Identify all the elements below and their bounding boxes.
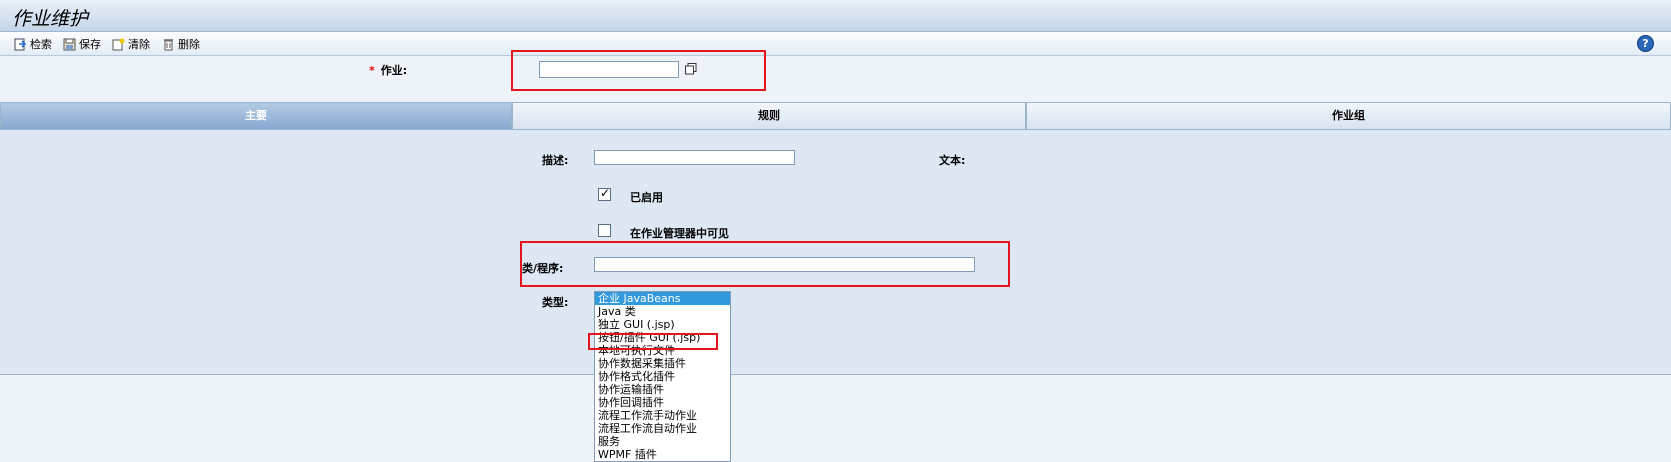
type-label: 类型: [542, 296, 569, 309]
trash-icon [162, 38, 175, 51]
save-button[interactable]: 保存 [63, 36, 101, 52]
highlight-button-plugin-option [588, 333, 718, 350]
type-listbox[interactable]: 企业 JavaBeans Java 类 独立 GUI (.jsp) 按钮/插件 … [594, 291, 731, 462]
highlight-class-program [520, 241, 1010, 287]
highlight-job [511, 50, 766, 91]
type-option[interactable]: 企业 JavaBeans [595, 292, 730, 305]
help-icon[interactable]: ? [1637, 35, 1654, 52]
type-option[interactable]: 协作运输插件 [595, 383, 730, 396]
delete-label: 删除 [178, 38, 200, 51]
clear-button[interactable]: 清除 [112, 36, 150, 52]
save-icon [63, 38, 76, 51]
type-option[interactable]: 流程工作流自动作业 [595, 422, 730, 435]
required-mark: * [369, 64, 375, 77]
page-title: 作业维护 [12, 8, 89, 30]
type-option[interactable]: 协作数据采集插件 [595, 357, 730, 370]
type-option[interactable]: 协作格式化插件 [595, 370, 730, 383]
job-label-text: 作业: [380, 64, 408, 77]
job-label: * 作业: [369, 62, 407, 78]
title-bar: 作业维护 [0, 0, 1671, 32]
visible-in-job-manager-label: 在作业管理器中可见 [630, 227, 729, 240]
text-label: 文本: [939, 154, 966, 167]
type-option[interactable]: WPMF 插件 [595, 448, 730, 461]
tab-main[interactable]: 主要 [0, 102, 512, 129]
tab-rules[interactable]: 规则 [512, 102, 1026, 129]
toolbar: 检索 保存 清除 删除 ? [0, 32, 1671, 56]
checkmark-icon: ✓ [600, 186, 611, 200]
delete-button[interactable]: 删除 [162, 36, 200, 52]
type-option[interactable]: 服务 [595, 435, 730, 448]
tab-job-groups[interactable]: 作业组 [1026, 102, 1671, 129]
retrieve-label: 检索 [30, 38, 52, 51]
visible-in-job-manager-checkbox[interactable] [598, 224, 611, 237]
type-option[interactable]: 流程工作流手动作业 [595, 409, 730, 422]
retrieve-icon [14, 38, 27, 51]
clear-label: 清除 [128, 38, 150, 51]
enabled-checkbox[interactable]: ✓ [598, 186, 611, 201]
type-option[interactable]: 独立 GUI (.jsp) [595, 318, 730, 331]
retrieve-button[interactable]: 检索 [14, 36, 52, 52]
save-label: 保存 [79, 38, 101, 51]
type-option[interactable]: 协作回调插件 [595, 396, 730, 409]
enabled-label: 已启用 [630, 191, 663, 204]
type-option[interactable]: Java 类 [595, 305, 730, 318]
description-input[interactable] [594, 150, 795, 165]
clear-icon [112, 38, 125, 51]
description-label: 描述: [542, 154, 569, 167]
